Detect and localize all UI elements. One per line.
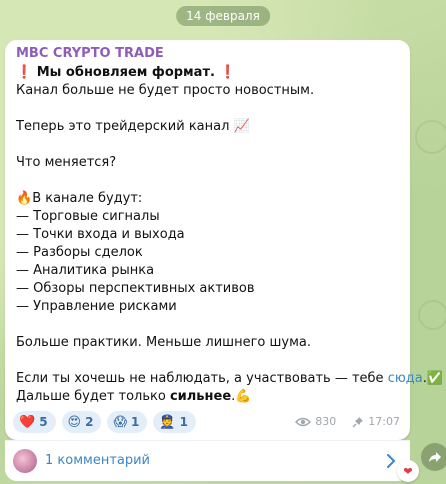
- link-here[interactable]: сюда: [388, 371, 423, 386]
- reaction-count: 2: [85, 415, 94, 429]
- exclamation-icon: ❗: [219, 65, 236, 80]
- share-button[interactable]: [421, 443, 446, 471]
- text-fragment: Если ты хочешь не наблюдать, а участвова…: [16, 371, 388, 386]
- views-count: 830: [315, 415, 337, 428]
- eye-icon: [295, 417, 312, 426]
- commenter-avatar: [13, 449, 37, 473]
- list-item: — Аналитика рынка: [16, 263, 155, 278]
- text-line: Больше практики. Меньше лишнего шума.: [16, 335, 311, 350]
- list-item: — Обзоры перспективных активов: [16, 281, 255, 296]
- date-separator: 14 февраля: [176, 6, 270, 26]
- police-emoji-icon: 👮: [159, 414, 176, 430]
- comments-footer[interactable]: 1 комментарий: [5, 440, 410, 481]
- reaction-heart[interactable]: ❤️ 5: [13, 411, 56, 433]
- message-meta: 830 17:07: [295, 415, 400, 428]
- list-item: — Управление рисками: [16, 299, 177, 314]
- exclamation-icon: ❗: [16, 65, 33, 80]
- text-line: Если ты хочешь не наблюдать, а участвова…: [16, 370, 443, 388]
- text-line: Теперь это трейдерский канал 📈: [16, 119, 250, 134]
- text-line: Дальше будет только сильнее.💪: [16, 388, 406, 406]
- reaction-count: 1: [131, 415, 140, 429]
- message-text: ❗ Мы обновляем формат. ❗ Канал больше не…: [16, 64, 443, 406]
- reaction-heart-eyes[interactable]: 😍 2: [61, 411, 102, 433]
- message-time: 17:07: [368, 415, 400, 428]
- list-item: — Торговые сигналы: [16, 209, 160, 224]
- reaction-count: 5: [39, 415, 48, 429]
- background-doodle: [415, 120, 446, 154]
- post-title-line: ❗ Мы обновляем формат. ❗: [16, 64, 406, 82]
- list-item: — Точки входа и выхода: [16, 227, 185, 242]
- background-doodle: [418, 300, 446, 330]
- scream-emoji-icon: 😱: [113, 414, 128, 430]
- heart-eyes-emoji-icon: 😍: [67, 414, 82, 430]
- comments-link[interactable]: 1 комментарий: [45, 453, 150, 468]
- list-header: 🔥В канале будут:: [16, 190, 406, 208]
- channel-name[interactable]: MBC CRYPTO TRADE: [16, 46, 164, 61]
- reaction-count: 1: [179, 415, 188, 429]
- reactions-bar: ❤️ 5 😍 2 😱 1 👮 1: [13, 411, 196, 433]
- text-fragment: .💪: [231, 389, 252, 404]
- post-title: Мы обновляем формат.: [36, 65, 215, 80]
- bold-word: сильнее: [169, 389, 232, 404]
- chevron-right-icon: [387, 454, 396, 468]
- heart-emoji-icon: ❤️: [19, 414, 36, 430]
- list-item: — Разборы сделок: [16, 245, 143, 260]
- heart-icon: ❤: [397, 460, 419, 482]
- message-bubble[interactable]: MBC CRYPTO TRADE ❗ Мы обновляем формат. …: [5, 40, 443, 440]
- text-fragment: .✅: [422, 371, 444, 386]
- reaction-police[interactable]: 👮 1: [153, 411, 196, 433]
- pin-icon: [352, 416, 364, 427]
- share-arrow-icon: [429, 452, 441, 462]
- list-header-text: В канале будут:: [32, 191, 143, 206]
- text-line: Канал больше не будет просто новостным.: [16, 83, 315, 98]
- text-fragment: Дальше будет только: [16, 389, 170, 404]
- text-line: Что меняется?: [16, 155, 117, 170]
- reaction-scream[interactable]: 😱 1: [107, 411, 148, 433]
- fire-icon: 🔥: [16, 191, 33, 206]
